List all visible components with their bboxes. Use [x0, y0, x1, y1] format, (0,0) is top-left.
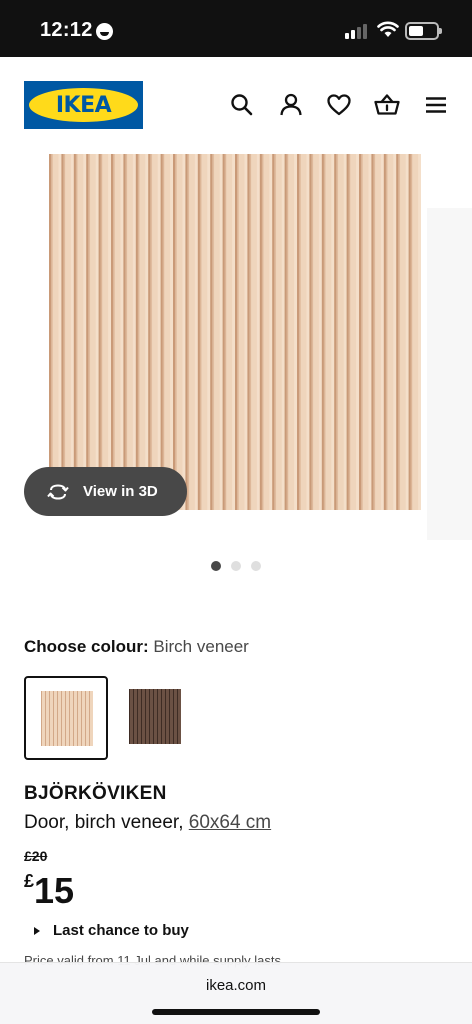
- previous-price: £20: [24, 848, 48, 864]
- rotate-3d-icon: [47, 483, 69, 500]
- swatch-dark[interactable]: [114, 676, 198, 760]
- logo-oval: IKEA: [29, 88, 138, 122]
- logo-text: IKEA: [55, 92, 112, 118]
- product-description: Door, birch veneer, 60x64 cm: [24, 812, 271, 834]
- price-integer: 15: [34, 870, 75, 911]
- swatch-birch-image: [41, 691, 93, 746]
- view-in-3d-button[interactable]: View in 3D: [24, 467, 187, 516]
- caret-right-icon: [34, 926, 40, 935]
- product-image[interactable]: [49, 154, 421, 510]
- status-time: 12:12: [40, 19, 93, 41]
- home-indicator[interactable]: [152, 1009, 320, 1015]
- colour-label: Choose colour:: [24, 637, 149, 656]
- status-bar: 12:12: [0, 0, 472, 57]
- browser-url[interactable]: ikea.com: [0, 977, 472, 994]
- product-gallery[interactable]: View in 3D: [0, 152, 472, 544]
- price-currency: £: [24, 871, 35, 891]
- next-image-peek[interactable]: [427, 208, 472, 540]
- search-icon[interactable]: [229, 92, 255, 118]
- product-name: BJÖRKÖVIKEN: [24, 783, 167, 804]
- product-description-text: Door, birch veneer,: [24, 812, 189, 833]
- ikea-logo[interactable]: IKEA: [24, 81, 143, 129]
- signal-icon: [345, 24, 369, 39]
- heart-icon[interactable]: [326, 92, 352, 118]
- carousel-dots: [211, 561, 261, 571]
- carousel-dot[interactable]: [231, 561, 241, 571]
- colour-value: Birch veneer: [153, 637, 249, 656]
- basket-icon[interactable]: [374, 92, 400, 118]
- swatch-dark-image: [129, 689, 181, 744]
- menu-icon[interactable]: [423, 92, 449, 118]
- last-chance-label: Last chance to buy: [53, 922, 189, 939]
- browser-address-bar[interactable]: ikea.com: [0, 962, 472, 1024]
- battery-icon: [405, 22, 442, 40]
- colour-chooser-heading: Choose colour: Birch veneer: [24, 637, 249, 657]
- view-in-3d-label: View in 3D: [83, 483, 158, 500]
- user-icon[interactable]: [278, 92, 304, 118]
- smiley-icon: [96, 23, 113, 40]
- site-header: IKEA: [0, 57, 472, 152]
- wifi-icon: [377, 21, 399, 37]
- swatch-birch[interactable]: [24, 676, 108, 760]
- product-size-link[interactable]: 60x64 cm: [189, 812, 271, 833]
- carousel-dot[interactable]: [251, 561, 261, 571]
- current-price: £15: [24, 870, 74, 912]
- last-chance-toggle[interactable]: Last chance to buy: [34, 922, 189, 939]
- carousel-dot[interactable]: [211, 561, 221, 571]
